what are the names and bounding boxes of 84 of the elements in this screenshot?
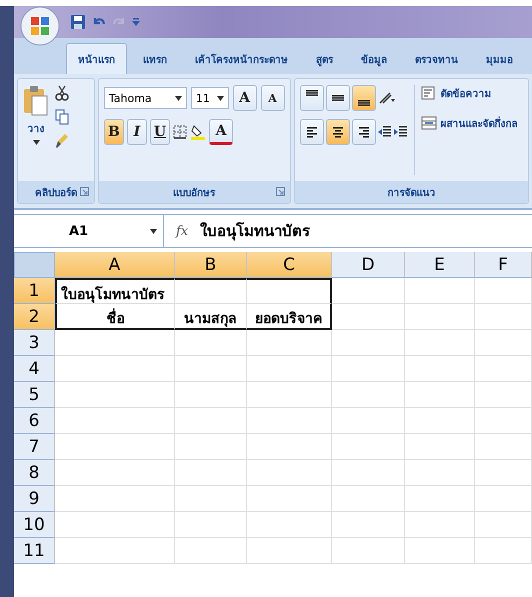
font-color-button[interactable]: A (209, 119, 234, 145)
scissors-icon[interactable] (55, 85, 69, 101)
ribbon-tab[interactable]: แทรก (131, 43, 179, 74)
group-title: คลิปบอร์ด (34, 186, 77, 200)
insert-function-button[interactable]: fx (170, 224, 194, 238)
dialog-launcher-icon[interactable] (80, 187, 89, 196)
font-style-button[interactable]: U (150, 119, 170, 145)
row-header[interactable]: 1 (14, 278, 55, 304)
cell-text: ชื่อ (106, 307, 124, 329)
font-style-button[interactable]: I (126, 119, 147, 145)
align-center-button[interactable] (326, 119, 350, 145)
formula-field[interactable]: ใบอนุโมทนาบัตร (200, 219, 310, 243)
font-name-field[interactable]: Tahoma (104, 87, 187, 109)
column-header[interactable]: A (55, 252, 175, 278)
font-size-field[interactable]: 11 (190, 87, 229, 109)
fill-bucket-icon[interactable] (190, 124, 206, 140)
ribbon-tab[interactable]: มุมมอ (474, 43, 525, 74)
merge-center-button[interactable]: ผสานและจัดกึ่งกล (440, 116, 518, 130)
row-header[interactable]: 10 (14, 512, 55, 538)
borders-icon[interactable] (173, 125, 188, 139)
copy-icon[interactable] (55, 109, 69, 125)
decrease-indent-icon[interactable] (378, 125, 392, 139)
sheet-cell[interactable] (247, 278, 332, 304)
row-header[interactable]: 8 (14, 460, 55, 486)
cell-text: ยอดบริจาค (255, 310, 322, 329)
text-orientation-icon[interactable] (378, 91, 396, 105)
bottom-align-button[interactable] (352, 85, 376, 111)
align-left-button[interactable] (300, 119, 324, 145)
customize-arrow-icon[interactable] (132, 18, 140, 26)
paste-label[interactable]: วาง (28, 121, 44, 136)
dropdown-caret-icon (174, 96, 182, 100)
column-header[interactable]: D (332, 252, 405, 278)
ribbon-tab[interactable]: ข้อมูล (349, 43, 399, 74)
grow-font-button[interactable]: A (232, 85, 257, 111)
sheet-cell[interactable]: นามสกุล (175, 304, 247, 330)
row-header[interactable]: 7 (14, 434, 55, 460)
name-box[interactable]: A1 (14, 215, 164, 247)
row-header[interactable]: 11 (14, 538, 55, 564)
sheet-cell[interactable]: ใบอนุโมทนาบัตร (55, 278, 175, 304)
align-right-icon (358, 126, 370, 138)
row-header[interactable]: 9 (14, 486, 55, 512)
office-button-icon[interactable] (20, 6, 60, 46)
align-right-button[interactable] (352, 119, 376, 145)
vertical-align-icon (306, 90, 318, 96)
align-left-icon (306, 126, 318, 138)
sheet-cell[interactable]: ชื่อ (55, 304, 175, 330)
group-title: การจัดแนว (387, 186, 436, 200)
ribbon-tab[interactable]: สูตร (304, 43, 345, 74)
column-header[interactable]: E (405, 252, 475, 278)
select-all-corner[interactable] (14, 252, 55, 278)
group-title: แบบอักษร (173, 186, 216, 200)
column-header[interactable]: F (475, 252, 532, 278)
font-style-button[interactable]: B (104, 119, 124, 145)
increase-indent-icon[interactable] (394, 125, 408, 139)
vertical-align-icon (332, 95, 344, 101)
row-header[interactable]: 4 (14, 356, 55, 382)
column-header[interactable]: B (175, 252, 247, 278)
dropdown-caret-icon (32, 140, 40, 145)
row-header[interactable]: 2 (14, 304, 55, 330)
dropdown-caret-icon (150, 228, 157, 234)
row-header[interactable]: 6 (14, 408, 55, 434)
ribbon-tab[interactable]: หน้าแรก (66, 43, 127, 74)
paste-clipboard-icon[interactable] (23, 85, 49, 117)
top-align-button[interactable] (300, 85, 324, 111)
wrap-text-icon[interactable] (420, 85, 437, 101)
ribbon-tab[interactable]: เค้าโครงหน้ากระดาษ (183, 43, 300, 74)
cell-text: ใบอนุโมทนาบัตร (61, 285, 165, 305)
dropdown-caret-icon (216, 96, 224, 100)
column-header[interactable]: C (247, 252, 332, 278)
wrap-text-button[interactable]: ตัดข้อความ (440, 86, 492, 100)
sheet-cell[interactable]: ยอดบริจาค (247, 304, 332, 330)
row-header[interactable]: 3 (14, 330, 55, 356)
dialog-launcher-icon[interactable] (276, 187, 285, 196)
merge-cells-icon[interactable] (420, 115, 437, 131)
shrink-font-button[interactable]: A (260, 85, 285, 111)
vertical-align-icon (358, 100, 370, 106)
ribbon-tab[interactable]: ตรวจทาน (403, 43, 470, 74)
cell-text: นามสกุล (184, 310, 237, 329)
save-icon[interactable] (70, 14, 86, 30)
middle-align-button[interactable] (326, 85, 350, 111)
row-header[interactable]: 5 (14, 382, 55, 408)
brush-icon[interactable] (55, 133, 69, 149)
align-center-icon (332, 126, 344, 138)
sheet-cell[interactable] (175, 278, 247, 304)
